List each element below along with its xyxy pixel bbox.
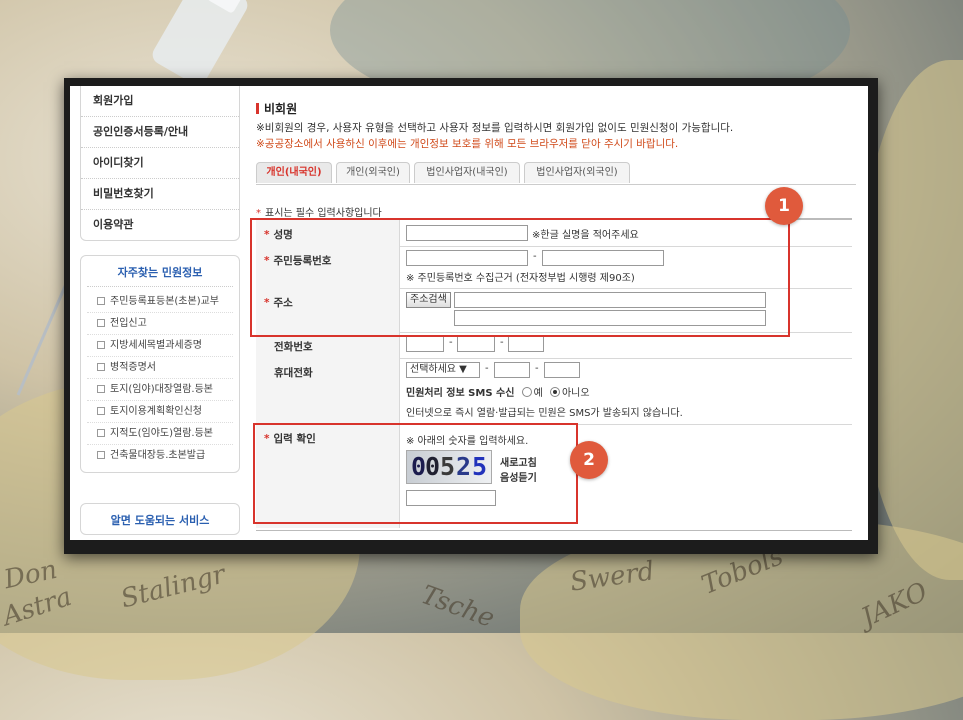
sidebar-item-terms[interactable]: 이용약관 bbox=[81, 210, 239, 240]
privacy-warning: ※공공장소에서 사용하신 이후에는 개인정보 보호를 위해 모든 브라우저를 닫… bbox=[256, 138, 679, 150]
sms-note: 인터넷으로 즉시 열람·발급되는 민원은 SMS가 발송되지 않습니다. bbox=[406, 408, 683, 419]
sidebar-item-certificate[interactable]: 공인인증서등록/안내 bbox=[81, 117, 239, 148]
page-title: 비회원 bbox=[256, 100, 297, 117]
sidebar: 회원가입 공인인증서등록/안내 아이디찾기 비밀번호찾기 이용약관 자주찾는 민… bbox=[80, 86, 240, 540]
title-bar-icon bbox=[256, 103, 259, 114]
tab-corporate-domestic[interactable]: 법인사업자(내국인) bbox=[414, 162, 520, 183]
mobile-row: 휴대전화 선택하세요 ▼ - - 민원처리 정보 SMS 수신 예 아니오 인터… bbox=[256, 358, 852, 425]
bullet-icon bbox=[97, 297, 105, 305]
faq-item[interactable]: 토지(임야)대장열람.등본 bbox=[87, 379, 233, 401]
mobile-input-3[interactable] bbox=[544, 362, 580, 378]
faq-item[interactable]: 전입신고 bbox=[87, 313, 233, 335]
service-box[interactable]: 알면 도움되는 서비스 bbox=[80, 503, 240, 535]
faq-item[interactable]: 토지이용계획확인신청 bbox=[87, 401, 233, 423]
faq-item[interactable]: 지방세세목별과세증명 bbox=[87, 335, 233, 357]
tab-individual-domestic[interactable]: 개인(내국인) bbox=[256, 162, 332, 183]
phone-input-3[interactable] bbox=[508, 336, 544, 352]
mobile-input-2[interactable] bbox=[494, 362, 530, 378]
phone-input-1[interactable] bbox=[406, 336, 444, 352]
highlight-box-required-fields bbox=[250, 218, 790, 337]
sidebar-menu: 회원가입 공인인증서등록/안내 아이디찾기 비밀번호찾기 이용약관 bbox=[80, 86, 240, 241]
faq-title: 자주찾는 민원정보 bbox=[87, 260, 233, 287]
faq-box: 자주찾는 민원정보 주민등록표등본(초본)교부 전입신고 지방세세목별과세증명 … bbox=[80, 255, 240, 473]
bullet-icon bbox=[97, 341, 105, 349]
tab-individual-foreign[interactable]: 개인(외국인) bbox=[336, 162, 410, 183]
sms-option: 민원처리 정보 SMS 수신 예 아니오 bbox=[406, 387, 590, 399]
highlight-box-captcha bbox=[253, 423, 578, 524]
bullet-icon bbox=[97, 407, 105, 415]
sms-no-radio[interactable] bbox=[549, 387, 560, 397]
step-badge-2: 2 bbox=[570, 441, 608, 479]
sidebar-item-signup[interactable]: 회원가입 bbox=[81, 86, 239, 117]
mobile-label: 휴대전화 bbox=[256, 358, 400, 424]
sidebar-item-find-password[interactable]: 비밀번호찾기 bbox=[81, 179, 239, 210]
sms-label: 민원처리 정보 SMS 수신 bbox=[406, 388, 515, 399]
sidebar-item-find-id[interactable]: 아이디찾기 bbox=[81, 148, 239, 179]
bullet-icon bbox=[97, 319, 105, 327]
sms-yes-radio[interactable] bbox=[521, 387, 532, 397]
description: ※비회원의 경우, 사용자 유형을 선택하고 사용자 정보를 입력하시면 회원가… bbox=[256, 122, 734, 134]
bullet-icon bbox=[97, 385, 105, 393]
faq-item[interactable]: 병적증명서 bbox=[87, 357, 233, 379]
mobile-carrier-select[interactable]: 선택하세요 ▼ bbox=[406, 362, 480, 378]
bullet-icon bbox=[97, 429, 105, 437]
bullet-icon bbox=[97, 451, 105, 459]
phone-input-2[interactable] bbox=[457, 336, 495, 352]
bullet-icon bbox=[97, 363, 105, 371]
user-type-tabs: 개인(내국인) 개인(외국인) 법인사업자(내국인) 법인사업자(외국인) bbox=[256, 162, 856, 185]
faq-item[interactable]: 건축물대장등.초본발급 bbox=[87, 445, 233, 466]
faq-item[interactable]: 지적도(임야도)열람.등본 bbox=[87, 423, 233, 445]
faq-item[interactable]: 주민등록표등본(초본)교부 bbox=[87, 291, 233, 313]
required-note: * 표시는 필수 입력사항입니다 bbox=[256, 208, 382, 219]
map-word: Tsche bbox=[417, 579, 499, 635]
step-badge-1: 1 bbox=[765, 187, 803, 225]
tab-corporate-foreign[interactable]: 법인사업자(외국인) bbox=[524, 162, 630, 183]
